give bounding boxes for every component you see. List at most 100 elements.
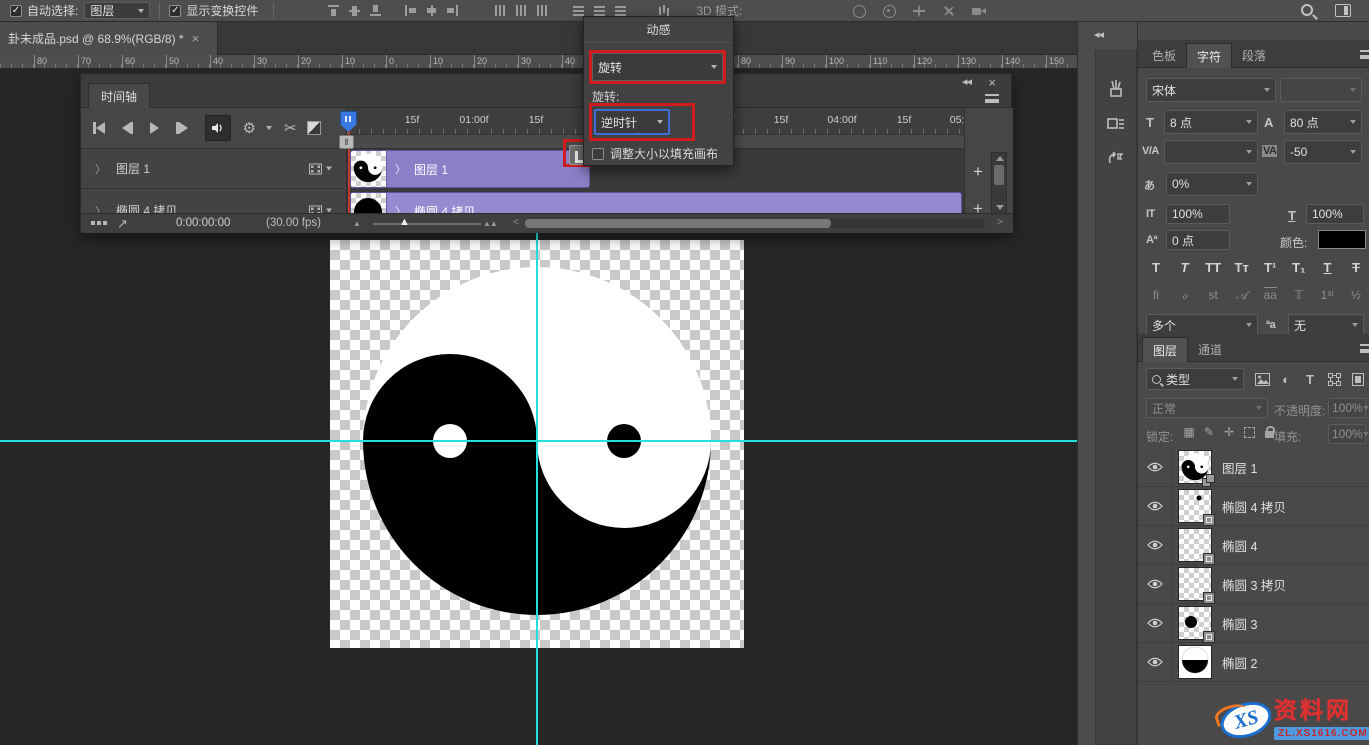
- horizontal-scale-field[interactable]: 100%: [1306, 204, 1364, 224]
- clip-ellipse4-copy[interactable]: 〉 椭圆 4 拷贝: [350, 192, 962, 213]
- subscript-button[interactable]: T₁: [1289, 260, 1309, 275]
- next-frame-button[interactable]: [176, 122, 188, 134]
- expand-panels-icon[interactable]: ◂◂: [1094, 28, 1103, 41]
- filter-shape-layers-icon[interactable]: [1324, 370, 1344, 388]
- vertical-guide[interactable]: [536, 232, 538, 745]
- track-options-chevron-icon[interactable]: [326, 167, 332, 171]
- superscript-button[interactable]: T¹: [1260, 260, 1280, 275]
- language-dropdown[interactable]: 多个: [1146, 314, 1258, 336]
- distribute-vertical-icon[interactable]: [493, 4, 506, 17]
- layer-row[interactable]: 椭圆 2: [1138, 643, 1369, 682]
- lock-position-icon[interactable]: ✛: [1220, 425, 1238, 439]
- 3d-pan-icon[interactable]: [911, 4, 927, 18]
- small-caps-button[interactable]: Tᴛ: [1232, 260, 1252, 275]
- resize-to-fill-checkbox[interactable]: [592, 148, 604, 160]
- previous-frame-button[interactable]: [122, 122, 134, 134]
- workspace-switcher-icon[interactable]: [1335, 4, 1351, 17]
- brush-presets-icon[interactable]: [1106, 79, 1126, 99]
- 3d-camera-icon[interactable]: [971, 4, 987, 18]
- align-right-edges-icon[interactable]: [446, 4, 459, 17]
- clone-source-icon[interactable]: [1106, 149, 1126, 169]
- all-caps-button[interactable]: TT: [1203, 260, 1223, 275]
- zoom-in-timeline-icon[interactable]: ▲▲: [483, 219, 497, 228]
- faux-bold-button[interactable]: T: [1146, 260, 1166, 275]
- discretionary-ligatures-button[interactable]: st: [1203, 288, 1223, 303]
- tab-paragraph[interactable]: 段落: [1232, 43, 1276, 68]
- text-color-swatch[interactable]: [1318, 230, 1366, 249]
- scroll-up-icon[interactable]: [996, 156, 1004, 161]
- layer-thumbnail[interactable]: [1178, 450, 1212, 484]
- document-tab-close-icon[interactable]: ×: [192, 31, 200, 46]
- scroll-right-icon[interactable]: >: [997, 217, 1003, 228]
- layer-row[interactable]: 椭圆 3 拷贝: [1138, 565, 1369, 604]
- tab-layers[interactable]: 图层: [1142, 337, 1188, 362]
- tsume-field[interactable]: 0%: [1166, 172, 1258, 196]
- track-header-layer1[interactable]: 〉 图层 1: [81, 149, 344, 189]
- fill-field[interactable]: 100%: [1328, 424, 1366, 444]
- scrollbar-thumb[interactable]: [525, 219, 831, 228]
- expand-clip-icon[interactable]: 〉: [395, 203, 406, 213]
- search-icon[interactable]: [1301, 4, 1313, 16]
- lock-transparency-icon[interactable]: ▦: [1180, 425, 1198, 439]
- layer-visibility-toggle[interactable]: [1138, 565, 1172, 603]
- filter-type-layers-icon[interactable]: T: [1300, 370, 1320, 388]
- horizontal-guide[interactable]: [0, 440, 1077, 442]
- auto-select-target-dropdown[interactable]: 图层: [84, 2, 150, 19]
- scroll-down-icon[interactable]: [996, 205, 1004, 210]
- layer-visibility-toggle[interactable]: [1138, 526, 1172, 564]
- filter-pixel-layers-icon[interactable]: [1252, 370, 1272, 388]
- close-panel-icon[interactable]: ×: [988, 75, 995, 90]
- transition-icon[interactable]: [307, 121, 321, 135]
- collapse-panel-icon[interactable]: ◂◂: [962, 75, 971, 88]
- mute-audio-button[interactable]: [205, 115, 231, 141]
- filter-adjustment-layers-icon[interactable]: ◐: [1276, 370, 1296, 388]
- align-top-edges-icon[interactable]: [327, 4, 340, 17]
- align-horizontal-centers-icon[interactable]: [425, 4, 438, 17]
- font-size-field[interactable]: 8 点: [1164, 110, 1258, 134]
- 3d-roll-icon[interactable]: [881, 4, 897, 18]
- tab-character[interactable]: 字符: [1186, 43, 1232, 68]
- ordinals-button[interactable]: 1ˢᵗ: [1317, 288, 1337, 303]
- rotate-direction-dropdown[interactable]: 逆时针: [594, 109, 670, 135]
- play-button[interactable]: [150, 122, 159, 134]
- layer-row[interactable]: 图层 1: [1138, 448, 1369, 487]
- zoom-slider-thumb[interactable]: ▲: [399, 216, 410, 228]
- layer-visibility-toggle[interactable]: [1138, 448, 1172, 486]
- layer-row[interactable]: 椭圆 3: [1138, 604, 1369, 643]
- strikethrough-button[interactable]: T: [1346, 260, 1366, 275]
- expand-track-icon[interactable]: 〉: [95, 161, 106, 177]
- panel-menu-icon[interactable]: [985, 94, 999, 103]
- layer-thumbnail[interactable]: [1178, 606, 1212, 640]
- timeline-settings-gear-icon[interactable]: ⚙: [243, 121, 256, 136]
- layer-thumbnail[interactable]: [1178, 489, 1212, 523]
- opacity-field[interactable]: 100%: [1328, 398, 1366, 418]
- align-vertical-centers-icon[interactable]: [348, 4, 361, 17]
- titling-alternates-button[interactable]: 𝕋: [1289, 288, 1309, 303]
- lock-artboard-icon[interactable]: [1240, 425, 1258, 439]
- timeline-vertical-scrollbar[interactable]: [991, 152, 1007, 214]
- layer-thumbnail[interactable]: [1178, 528, 1212, 562]
- timeline-tab[interactable]: 时间轴: [88, 83, 150, 108]
- clip-layer1[interactable]: 〉 图层 1: [350, 150, 590, 188]
- leading-field[interactable]: 80 点: [1284, 110, 1362, 134]
- layer-row[interactable]: 椭圆 4 拷贝: [1138, 487, 1369, 526]
- align-bottom-edges-icon[interactable]: [369, 4, 382, 17]
- track-options-chevron-icon[interactable]: [326, 209, 332, 213]
- panel-menu-icon[interactable]: [1360, 50, 1369, 59]
- anti-alias-dropdown[interactable]: 无: [1288, 314, 1364, 336]
- expand-clip-icon[interactable]: 〉: [395, 161, 406, 177]
- panel-menu-icon[interactable]: [1360, 344, 1369, 353]
- scrollbar-thumb[interactable]: [994, 165, 1004, 185]
- expand-track-icon[interactable]: 〉: [95, 203, 106, 214]
- distribute-vertical-centers-icon[interactable]: [514, 4, 527, 17]
- font-family-dropdown[interactable]: 宋体: [1146, 78, 1276, 102]
- motion-preset-dropdown[interactable]: 旋转: [592, 53, 723, 81]
- go-to-first-frame-button[interactable]: [93, 122, 105, 134]
- lock-pixels-icon[interactable]: ✎: [1200, 425, 1218, 439]
- layer-visibility-toggle[interactable]: [1138, 604, 1172, 642]
- align-left-edges-icon[interactable]: [404, 4, 417, 17]
- layer-visibility-toggle[interactable]: [1138, 487, 1172, 525]
- distribute-bottom-icon[interactable]: [535, 4, 548, 17]
- track-header-ellipse4-copy[interactable]: 〉 椭圆 4 拷贝: [81, 191, 344, 213]
- render-export-icon[interactable]: ↗: [117, 216, 128, 232]
